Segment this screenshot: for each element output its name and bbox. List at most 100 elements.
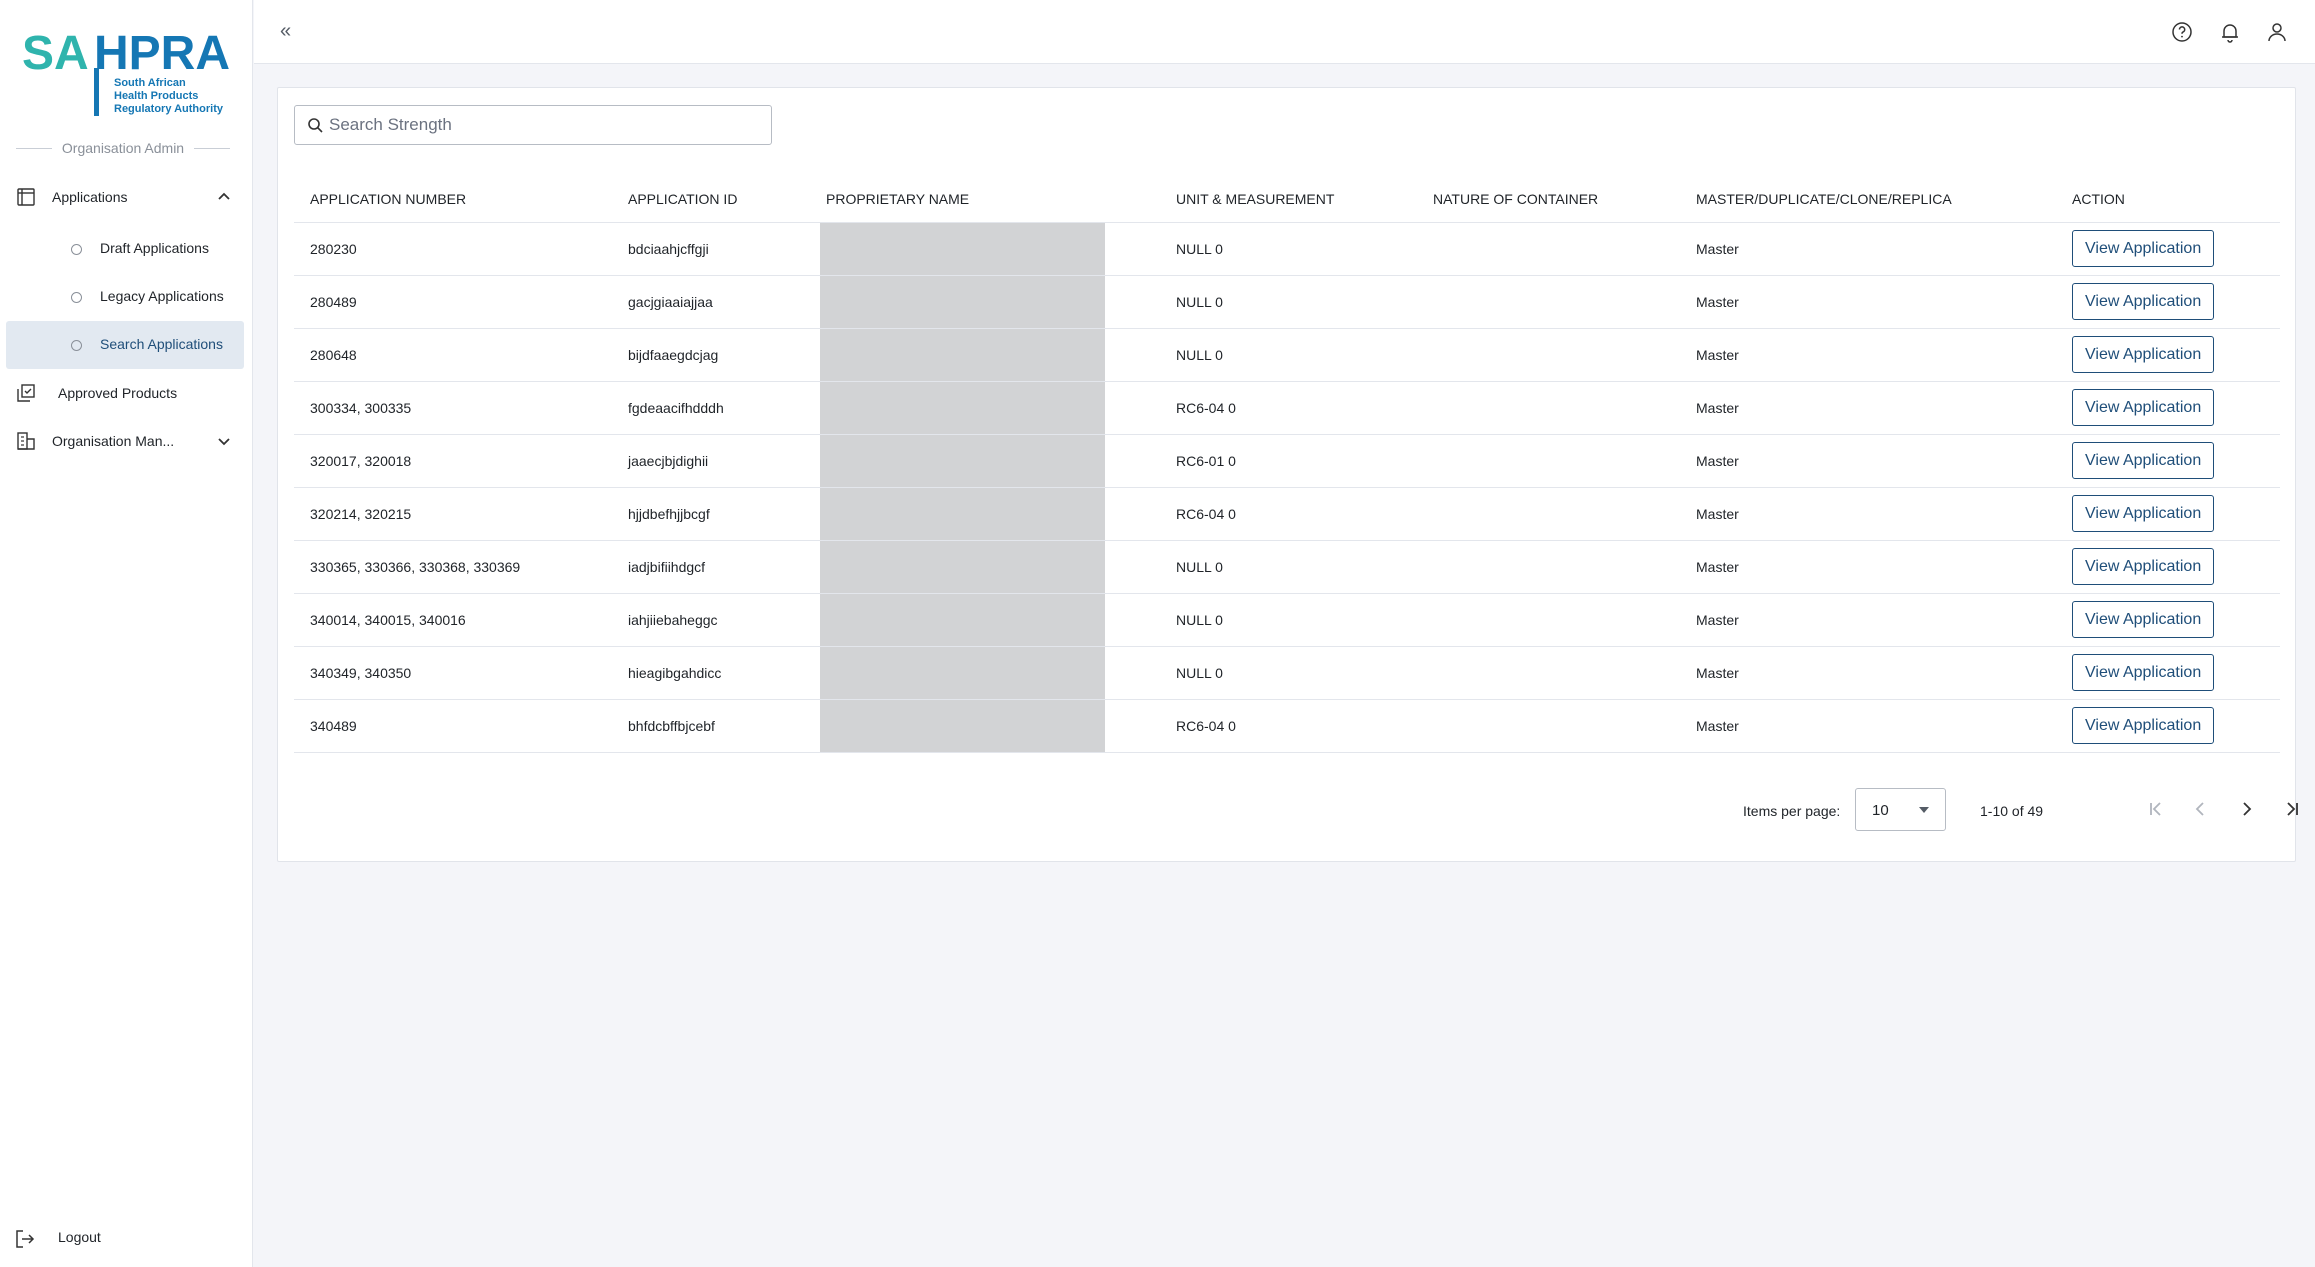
cell-action: View Application xyxy=(2056,540,2280,594)
collapse-sidebar-icon[interactable]: « xyxy=(280,20,291,42)
divider xyxy=(16,147,52,149)
cell-unit-measurement: RC6-01 0 xyxy=(1160,434,1417,488)
first-page-icon[interactable] xyxy=(2143,796,2169,822)
table-row: 330365, 330366, 330368, 330369 iadjbifiih… xyxy=(294,540,2280,594)
cell-nature-of-container xyxy=(1417,222,1680,276)
circle-icon xyxy=(71,244,82,255)
column-header-application-number[interactable]: APPLICATION NUMBER xyxy=(294,177,612,223)
cell-nature-of-container xyxy=(1417,593,1680,647)
view-application-button[interactable]: View Application xyxy=(2072,495,2215,532)
cell-application-id: fgdeaacifhdddh xyxy=(612,381,810,435)
cell-application-number: 330365, 330366, 330368, 330369 xyxy=(294,540,612,594)
cell-action: View Application xyxy=(2056,222,2280,276)
cell-nature-of-container xyxy=(1417,434,1680,488)
cell-application-number: 280489 xyxy=(294,275,612,329)
cell-proprietary-name xyxy=(810,381,1160,435)
cell-master-duplicate: Master xyxy=(1680,275,2056,329)
cell-application-id: bhfdcbffbjcebf xyxy=(612,699,810,753)
table-header-row: APPLICATION NUMBER APPLICATION ID PROPRI… xyxy=(294,177,2280,223)
cell-unit-measurement: NULL 0 xyxy=(1160,593,1417,647)
redacted-block xyxy=(820,487,1105,540)
sidebar-item-legacy-applications[interactable]: Legacy Applications xyxy=(6,273,244,321)
sidebar-section-label: Organisation Admin xyxy=(16,138,230,158)
cell-application-number: 320017, 320018 xyxy=(294,434,612,488)
column-header-proprietary-name[interactable]: PROPRIETARY NAME xyxy=(810,177,1160,223)
sahpra-logo[interactable]: SA HPRA South African Health Products Re… xyxy=(22,30,232,116)
column-header-action: ACTION xyxy=(2056,177,2280,223)
cell-unit-measurement: NULL 0 xyxy=(1160,275,1417,329)
help-icon[interactable] xyxy=(2170,20,2194,44)
sidebar-item-organisation-management[interactable]: Organisation Man... xyxy=(6,417,244,465)
cell-action: View Application xyxy=(2056,434,2280,488)
document-icon xyxy=(17,188,35,206)
cell-application-number: 320214, 320215 xyxy=(294,487,612,541)
cell-nature-of-container xyxy=(1417,540,1680,594)
redacted-block xyxy=(820,593,1105,646)
user-icon[interactable] xyxy=(2265,20,2289,44)
view-application-button[interactable]: View Application xyxy=(2072,548,2215,585)
logo-tagline: South African Health Products Regulatory… xyxy=(114,77,223,115)
last-page-icon[interactable] xyxy=(2279,796,2305,822)
view-application-button[interactable]: View Application xyxy=(2072,442,2215,479)
column-header-master-duplicate[interactable]: MASTER/DUPLICATE/CLONE/REPLICA xyxy=(1680,177,2056,223)
view-application-button[interactable]: View Application xyxy=(2072,230,2215,267)
column-header-nature-of-container[interactable]: NATURE OF CONTAINER xyxy=(1417,177,1680,223)
view-application-button[interactable]: View Application xyxy=(2072,389,2215,426)
cell-master-duplicate: Master xyxy=(1680,593,2056,647)
sidebar-item-search-applications[interactable]: Search Applications xyxy=(6,321,244,369)
cell-master-duplicate: Master xyxy=(1680,487,2056,541)
cell-master-duplicate: Master xyxy=(1680,540,2056,594)
view-application-button[interactable]: View Application xyxy=(2072,336,2215,373)
cell-nature-of-container xyxy=(1417,646,1680,700)
cell-action: View Application xyxy=(2056,328,2280,382)
circle-icon xyxy=(71,292,82,303)
search-box[interactable] xyxy=(294,105,772,145)
view-application-button[interactable]: View Application xyxy=(2072,654,2215,691)
view-application-button[interactable]: View Application xyxy=(2072,601,2215,638)
column-header-unit-measurement[interactable]: UNIT & MEASUREMENT xyxy=(1160,177,1417,223)
search-input[interactable] xyxy=(329,106,759,144)
sidebar-item-label: Approved Products xyxy=(58,385,178,401)
next-page-icon[interactable] xyxy=(2233,796,2259,822)
cell-action: View Application xyxy=(2056,593,2280,647)
view-application-button[interactable]: View Application xyxy=(2072,283,2215,320)
cell-application-number: 280230 xyxy=(294,222,612,276)
cell-application-number: 300334, 300335 xyxy=(294,381,612,435)
column-header-application-id[interactable]: APPLICATION ID xyxy=(612,177,810,223)
redacted-block xyxy=(820,434,1105,487)
table-row: 300334, 300335 fgdeaacifhdddh RC6-04 0 Mast… xyxy=(294,381,2280,435)
cell-application-id: bijdfaaegdcjag xyxy=(612,328,810,382)
divider xyxy=(194,147,230,149)
cell-application-id: iahjiiebaheggc xyxy=(612,593,810,647)
cell-action: View Application xyxy=(2056,646,2280,700)
sidebar-item-draft-applications[interactable]: Draft Applications xyxy=(6,225,244,273)
redacted-block xyxy=(820,275,1105,328)
cell-application-number: 340489 xyxy=(294,699,612,753)
table-row: 320214, 320215 hjjdbefhjjbcgf RC6-04 0 Mast… xyxy=(294,487,2280,541)
bell-icon[interactable] xyxy=(2218,20,2242,44)
cell-nature-of-container xyxy=(1417,699,1680,753)
sidebar-item-label: Draft Applications xyxy=(100,240,209,256)
checked-copy-icon xyxy=(17,384,35,402)
chevron-up-icon[interactable] xyxy=(216,189,232,205)
items-per-page-select[interactable]: 10 xyxy=(1855,788,1946,831)
sidebar-item-approved-products[interactable]: Approved Products xyxy=(6,369,244,417)
redacted-block xyxy=(820,699,1105,752)
items-per-page-value: 10 xyxy=(1872,802,1889,819)
cell-proprietary-name xyxy=(810,328,1160,382)
chevron-down-icon[interactable] xyxy=(216,433,232,449)
sidebar-item-applications[interactable]: Applications xyxy=(6,173,244,221)
table-row: 280648 bijdfaaegdcjag NULL 0 Master View App… xyxy=(294,328,2280,382)
cell-application-id: gacjgiaaiajjaa xyxy=(612,275,810,329)
cell-unit-measurement: NULL 0 xyxy=(1160,222,1417,276)
cell-application-id: bdciaahjcffgji xyxy=(612,222,810,276)
redacted-block xyxy=(820,540,1105,593)
logout-button[interactable]: Logout xyxy=(6,1214,244,1262)
cell-action: View Application xyxy=(2056,487,2280,541)
view-application-button[interactable]: View Application xyxy=(2072,707,2215,744)
table-row: 340014, 340015, 340016 iahjiiebaheggc NULL… xyxy=(294,593,2280,647)
building-icon xyxy=(17,432,35,450)
previous-page-icon[interactable] xyxy=(2188,796,2214,822)
paginator: Items per page: 10 1-10 of 49 xyxy=(1295,788,2298,838)
items-per-page-label: Items per page: xyxy=(1743,803,1841,819)
